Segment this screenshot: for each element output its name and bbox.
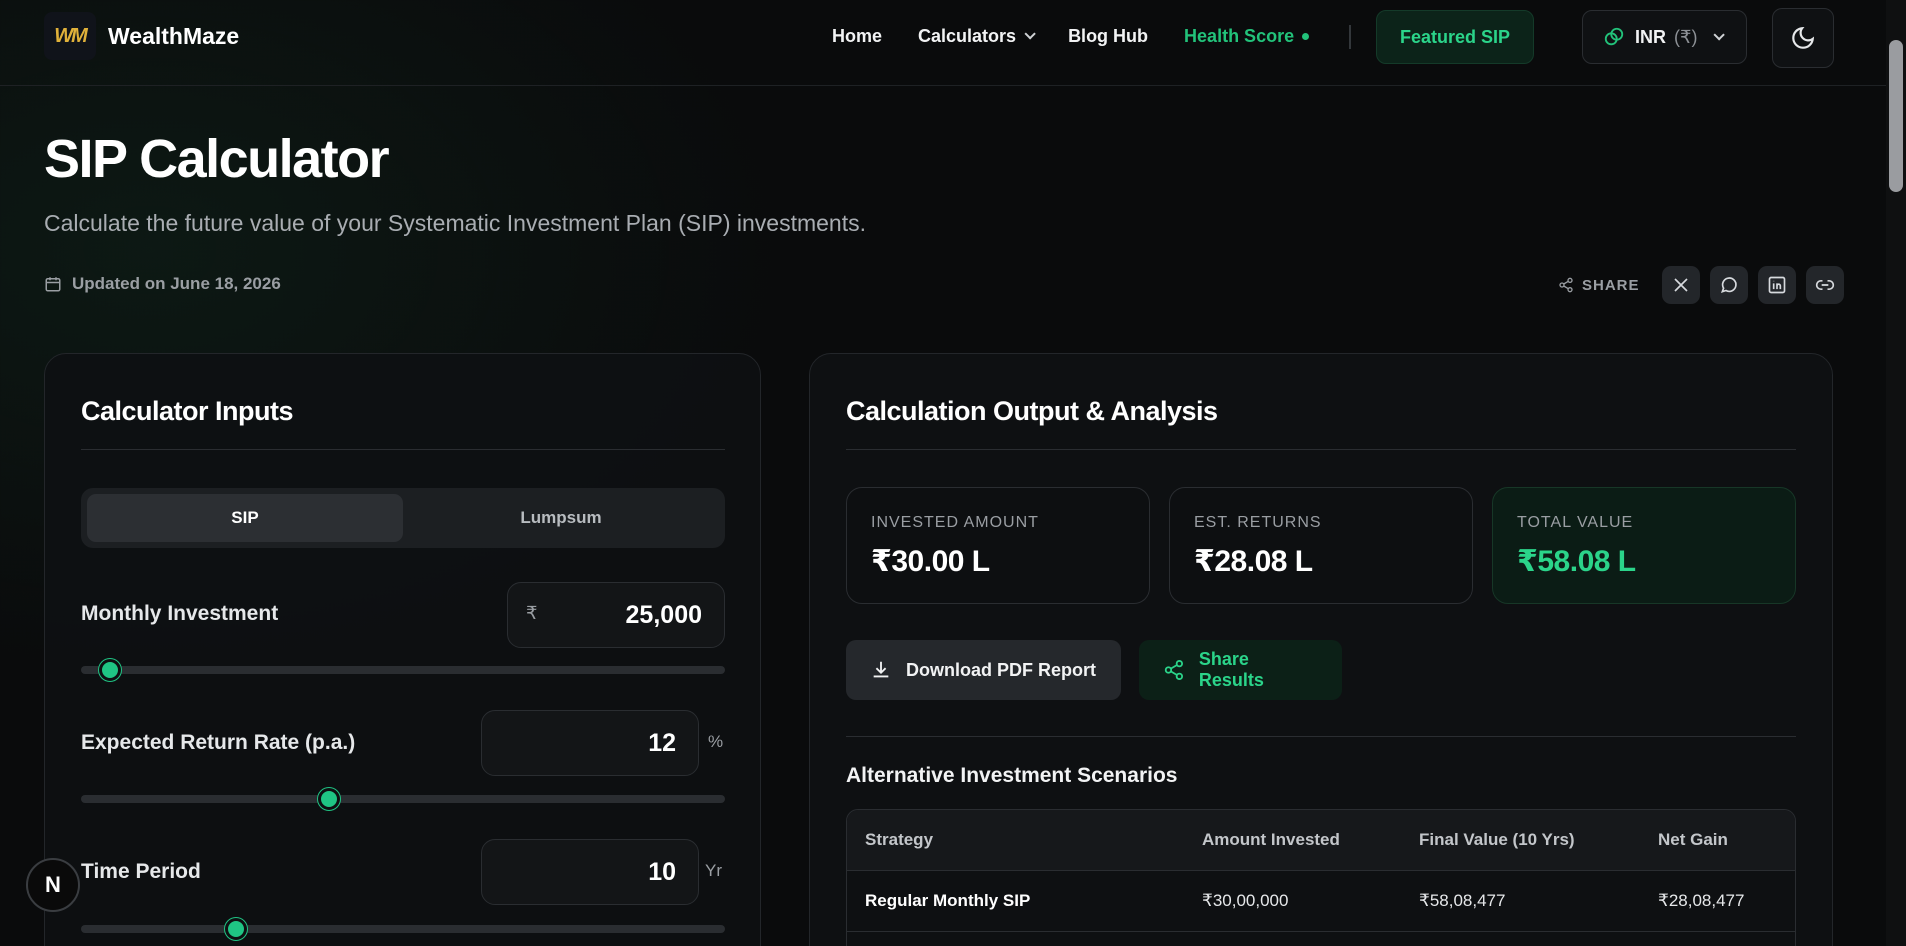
theme-toggle-button[interactable]	[1772, 8, 1834, 68]
copy-link-button[interactable]	[1805, 266, 1844, 304]
share-label: SHARE	[1558, 277, 1640, 294]
cell-net-gain: ₹28,08,477	[1658, 891, 1745, 910]
calculator-inputs-card: Calculator Inputs SIP Lumpsum Monthly In…	[44, 353, 761, 946]
cell-strategy: Regular Monthly SIP	[865, 891, 1031, 910]
top-nav: WM WealthMaze Home Calculators Blog Hub …	[0, 0, 1886, 86]
nav-home[interactable]: Home	[832, 26, 882, 47]
share-results-label: Share Results	[1198, 649, 1264, 690]
calendar-icon	[45, 277, 61, 292]
th-amount-invested: Amount Invested	[1202, 830, 1340, 849]
output-divider	[846, 449, 1796, 450]
stat-label: TOTAL VALUE	[1517, 514, 1634, 531]
inputs-divider	[81, 449, 725, 450]
share-icon	[1164, 659, 1184, 681]
chevron-down-icon	[1713, 29, 1726, 41]
table-row[interactable]: Regular Monthly SIP ₹30,00,000 ₹58,08,47…	[847, 871, 1795, 932]
brand-logo: WM	[44, 12, 96, 60]
currency-selector[interactable]: INR (₹)	[1582, 10, 1747, 64]
updated-text: Updated on June 18, 2026	[72, 274, 281, 293]
calculation-output-card: Calculation Output & Analysis INVESTED A…	[809, 353, 1833, 946]
section-divider	[846, 736, 1796, 737]
currency-code: INR	[1635, 26, 1666, 47]
download-icon	[873, 661, 889, 678]
return-rate-slider[interactable]	[81, 788, 725, 810]
return-rate-value: 12	[648, 728, 676, 757]
output-title: Calculation Output & Analysis	[846, 396, 1218, 426]
share-label-text: SHARE	[1582, 276, 1640, 294]
nav-calculators-label: Calculators	[918, 25, 1017, 46]
rupee-prefix: ₹	[526, 603, 538, 623]
share-whatsapp-button[interactable]	[1709, 266, 1748, 304]
stat-label: EST. RETURNS	[1194, 514, 1322, 531]
th-net-gain: Net Gain	[1658, 830, 1728, 849]
nav-links: Home Calculators Blog Hub Health Score	[832, 0, 1345, 72]
linkedin-icon	[1768, 276, 1785, 294]
stat-value: ₹30.00 L	[871, 545, 990, 578]
time-period-slider[interactable]	[81, 918, 725, 940]
scrollbar-thumb[interactable]	[1889, 40, 1903, 192]
monthly-investment-label: Monthly Investment	[81, 602, 279, 625]
years-unit: Yr	[705, 861, 722, 880]
time-period-input[interactable]: 10	[481, 839, 699, 905]
link-icon	[1815, 280, 1834, 290]
table-header: Strategy Amount Invested Final Value (10…	[847, 810, 1795, 871]
th-final-value: Final Value (10 Yrs)	[1419, 830, 1575, 849]
time-period-label: Time Period	[81, 860, 201, 883]
page-title: SIP Calculator	[44, 129, 390, 189]
monthly-investment-slider[interactable]	[81, 659, 725, 681]
x-icon	[1673, 278, 1688, 292]
stat-invested-amount: INVESTED AMOUNT ₹30.00 L	[846, 487, 1150, 604]
monthly-investment-input[interactable]: ₹ 25,000	[507, 582, 725, 648]
slider-handle[interactable]	[224, 918, 247, 940]
inputs-title: Calculator Inputs	[81, 396, 294, 426]
download-pdf-label: Download PDF Report	[906, 659, 1096, 680]
nav-health-score-label: Health Score	[1184, 25, 1295, 46]
next-dev-badge[interactable]: N	[26, 858, 80, 912]
stat-label: INVESTED AMOUNT	[871, 514, 1039, 531]
nav-divider	[1349, 25, 1351, 49]
download-pdf-button[interactable]: Download PDF Report	[846, 640, 1121, 700]
nav-blog-hub[interactable]: Blog Hub	[1068, 26, 1148, 47]
currency-exchange-icon	[1604, 27, 1624, 46]
time-period-value: 10	[648, 857, 676, 886]
share-linkedin-button[interactable]	[1757, 266, 1796, 304]
slider-handle[interactable]	[317, 788, 340, 810]
stat-est-returns: EST. RETURNS ₹28.08 L	[1169, 487, 1473, 604]
featured-sip-button[interactable]: Featured SIP	[1376, 10, 1534, 64]
alternative-scenarios-title: Alternative Investment Scenarios	[846, 764, 1178, 787]
brand-link[interactable]: WM WealthMaze	[44, 12, 239, 60]
updated-date: Updated on June 18, 2026	[44, 274, 281, 294]
share-x-button[interactable]	[1661, 266, 1700, 304]
whatsapp-icon	[1720, 277, 1737, 293]
brand-name: WealthMaze	[108, 22, 240, 49]
return-rate-label: Expected Return Rate (p.a.)	[81, 731, 356, 754]
stat-value: ₹58.08 L	[1517, 545, 1636, 578]
tab-sip[interactable]: SIP	[87, 494, 403, 542]
share-results-button[interactable]: Share Results	[1139, 640, 1342, 700]
moon-icon	[1792, 26, 1815, 49]
status-dot-icon	[1302, 32, 1310, 40]
th-strategy: Strategy	[865, 830, 934, 849]
share-bar: SHARE	[1558, 266, 1844, 304]
slider-handle[interactable]	[98, 659, 121, 681]
percent-unit: %	[708, 732, 724, 751]
cell-final-value: ₹58,08,477	[1419, 891, 1506, 910]
cell-amount-invested: ₹30,00,000	[1202, 891, 1289, 910]
scenarios-table: Strategy Amount Invested Final Value (10…	[846, 809, 1796, 946]
mode-toggle: SIP Lumpsum	[81, 488, 725, 548]
tab-lumpsum[interactable]: Lumpsum	[403, 494, 719, 542]
return-rate-input[interactable]: 12	[481, 710, 699, 776]
monthly-investment-value: 25,000	[625, 600, 702, 629]
share-icon	[1559, 277, 1573, 293]
stat-value: ₹28.08 L	[1194, 545, 1313, 578]
nav-calculators[interactable]: Calculators	[918, 25, 1036, 47]
stat-total-value: TOTAL VALUE ₹58.08 L	[1492, 487, 1796, 604]
page-subtitle: Calculate the future value of your Syste…	[44, 210, 866, 236]
nav-health-score[interactable]: Health Score	[1184, 25, 1310, 47]
currency-symbol: (₹)	[1674, 26, 1698, 47]
chevron-down-icon	[1024, 28, 1036, 40]
